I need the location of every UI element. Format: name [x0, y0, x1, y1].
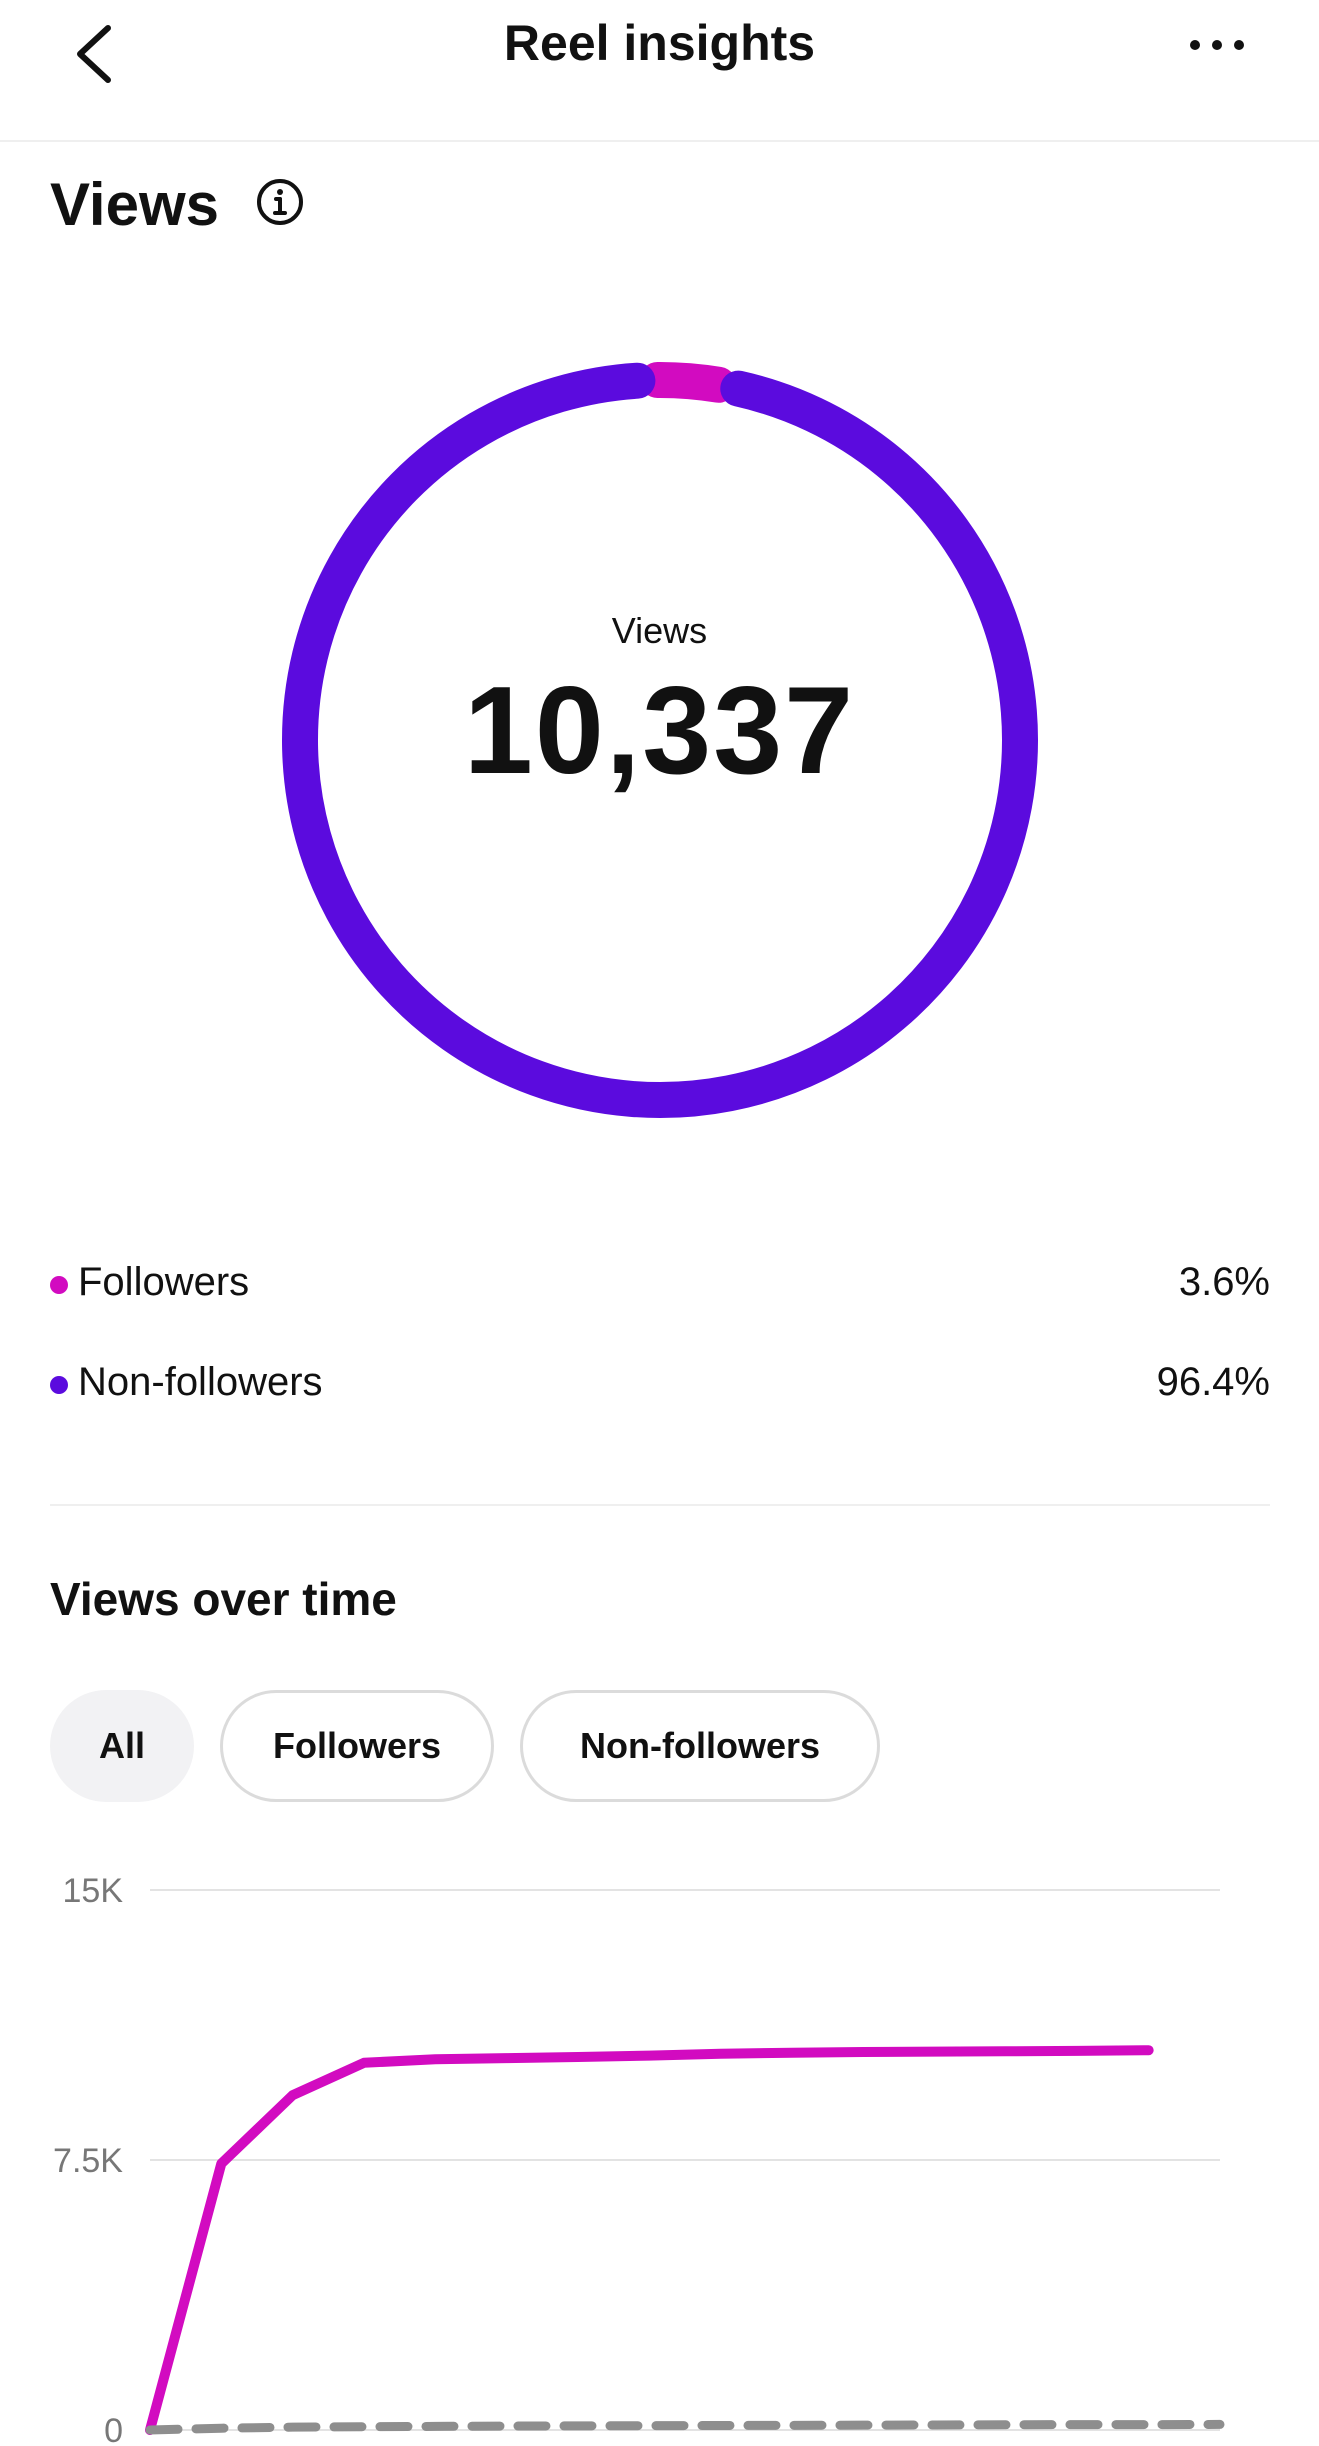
- donut-center-value: 10,337: [463, 662, 856, 800]
- series-line-0: [145, 2045, 1154, 2435]
- legend-label: Followers: [78, 1260, 250, 1304]
- non-followers-dot: [50, 1376, 68, 1394]
- legend-value: 96.4%: [1156, 1360, 1270, 1404]
- donut-center-label: Views: [611, 610, 708, 651]
- filter-chip-followers[interactable]: Followers: [220, 1690, 494, 1802]
- section-divider: [50, 1504, 1270, 1506]
- more-horizontal-icon: [1190, 40, 1244, 50]
- filter-chip-all[interactable]: All: [50, 1690, 194, 1802]
- legend-value: 3.6%: [1178, 1260, 1270, 1304]
- more-options-button[interactable]: [1180, 20, 1260, 70]
- page-title: Reel insights: [503, 15, 816, 71]
- info-button[interactable]: [254, 176, 306, 228]
- legend-row-non-followers: Non-followers 96.4%: [50, 1350, 1270, 1420]
- followers-dot: [50, 1276, 68, 1294]
- y-tick-label: 0: [104, 2412, 123, 2446]
- donut-segment-followers: [639, 362, 737, 403]
- views-section-title: Views: [50, 171, 220, 238]
- legend-row-followers: Followers 3.6%: [50, 1250, 1270, 1320]
- y-tick-label: 7.5K: [53, 2142, 123, 2180]
- y-tick-label: 15K: [63, 1872, 124, 1910]
- views-over-time-title: Views over time: [50, 1573, 397, 1625]
- info-icon: [257, 179, 303, 225]
- views-over-time-chart: 15K 7.5K 0: [53, 1872, 1225, 2446]
- legend-label: Non-followers: [78, 1360, 323, 1404]
- filter-chip-non-followers[interactable]: Non-followers: [520, 1690, 880, 1802]
